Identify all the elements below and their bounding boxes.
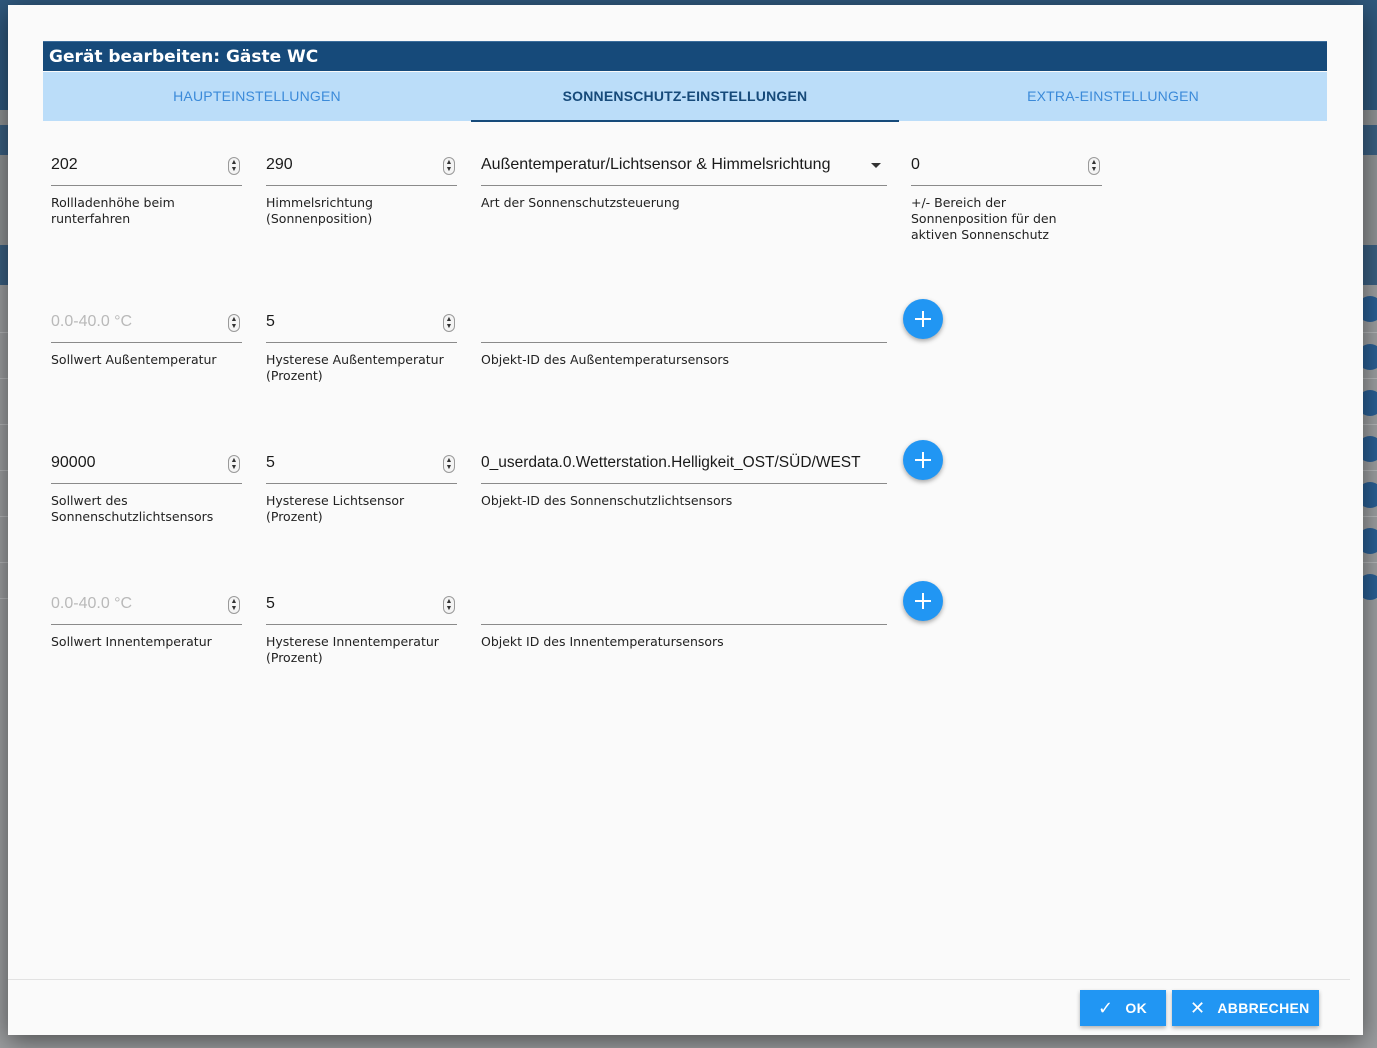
number-spinner-icon[interactable]: ▲ ▼ — [443, 157, 455, 175]
close-icon: ✕ — [1190, 997, 1206, 1019]
cancel-button-label: ABBRECHEN — [1217, 1000, 1310, 1016]
sun-direction-label: Himmelsrichtung (Sonnenposition) — [266, 195, 373, 226]
number-spinner-icon[interactable]: ▲ ▼ — [1088, 157, 1100, 175]
light-sensor-setpoint-value: 90000 — [51, 454, 96, 471]
sun-direction-input[interactable]: 290 ▲ ▼ — [266, 148, 457, 186]
outside-temp-setpoint-label: Sollwert Außentemperatur — [51, 352, 217, 367]
outside-temp-sensor-field: Objekt-ID des Außentemperatursensors — [481, 305, 887, 405]
inside-temp-hysteresis-field: 5 ▲ ▼ Hysterese Innentemperatur (Prozent) — [266, 587, 457, 687]
shutter-height-value: 202 — [51, 156, 78, 173]
number-spinner-icon[interactable]: ▲ ▼ — [228, 455, 240, 473]
outside-temp-hysteresis-value: 5 — [266, 313, 275, 330]
outside-temp-hysteresis-label: Hysterese Außentemperatur (Prozent) — [266, 352, 444, 383]
light-sensor-id-field: 0_userdata.0.Wetterstation.Helligkeit_OS… — [481, 446, 887, 546]
outside-temp-sensor-label: Objekt-ID des Außentemperatursensors — [481, 352, 730, 367]
control-type-select[interactable]: Außentemperatur/Lichtsensor & Himmelsric… — [481, 148, 887, 186]
outside-temp-sensor-input[interactable] — [481, 305, 887, 343]
inside-temp-setpoint-field: 0.0-40.0 °C ▲ ▼ Sollwert Innentemperatur — [51, 587, 242, 687]
dropdown-arrow-icon[interactable] — [871, 163, 881, 168]
outside-temp-setpoint-field: 0.0-40.0 °C ▲ ▼ Sollwert Außentemperatur — [51, 305, 242, 405]
control-type-value: Außentemperatur/Lichtsensor & Himmelsric… — [481, 156, 831, 173]
light-sensor-hysteresis-input[interactable]: 5 ▲ ▼ — [266, 446, 457, 484]
add-light-sensor-button[interactable] — [903, 440, 943, 480]
cancel-button[interactable]: ✕ ABBRECHEN — [1172, 990, 1319, 1026]
dialog-title: Gerät bearbeiten: Gäste WC — [43, 41, 1327, 71]
light-sensor-hysteresis-value: 5 — [266, 454, 275, 471]
inside-temp-sensor-field: Objekt ID des Innentemperatursensors — [481, 587, 887, 687]
sun-range-input[interactable]: 0 ▲ ▼ — [911, 148, 1102, 186]
light-sensor-hysteresis-label: Hysterese Lichtsensor (Prozent) — [266, 493, 405, 524]
light-sensor-id-value: 0_userdata.0.Wetterstation.Helligkeit_OS… — [481, 454, 861, 471]
light-sensor-id-input[interactable]: 0_userdata.0.Wetterstation.Helligkeit_OS… — [481, 446, 887, 484]
shutter-height-input[interactable]: 202 ▲ ▼ — [51, 148, 242, 186]
inside-temp-setpoint-placeholder: 0.0-40.0 °C — [51, 595, 133, 612]
edit-device-dialog: Gerät bearbeiten: Gäste WC HAUPTEINSTELL… — [8, 5, 1363, 1035]
light-sensor-setpoint-label: Sollwert des Sonnenschutzlichtsensors — [51, 493, 214, 524]
number-spinner-icon[interactable]: ▲ ▼ — [443, 455, 455, 473]
outside-temp-setpoint-input[interactable]: 0.0-40.0 °C ▲ ▼ — [51, 305, 242, 343]
number-spinner-icon[interactable]: ▲ ▼ — [228, 157, 240, 175]
light-sensor-setpoint-input[interactable]: 90000 ▲ ▼ — [51, 446, 242, 484]
light-sensor-setpoint-field: 90000 ▲ ▼ Sollwert des Sonnenschutzlichts… — [51, 446, 242, 546]
ok-button[interactable]: ✓ OK — [1080, 990, 1166, 1026]
sun-direction-value: 290 — [266, 156, 293, 173]
control-type-field: Außentemperatur/Lichtsensor & Himmelsric… — [481, 148, 887, 248]
footer-divider — [8, 979, 1350, 980]
light-sensor-id-label: Objekt-ID des Sonnenschutzlichtsensors — [481, 493, 733, 508]
control-type-label: Art der Sonnenschutzsteuerung — [481, 195, 680, 210]
inside-temp-hysteresis-input[interactable]: 5 ▲ ▼ — [266, 587, 457, 625]
sun-direction-field: 290 ▲ ▼ Himmelsrichtung (Sonnenposition) — [266, 148, 457, 248]
outside-temp-setpoint-placeholder: 0.0-40.0 °C — [51, 313, 133, 330]
inside-temp-setpoint-input[interactable]: 0.0-40.0 °C ▲ ▼ — [51, 587, 242, 625]
number-spinner-icon[interactable]: ▲ ▼ — [228, 314, 240, 332]
sun-range-value: 0 — [911, 156, 920, 173]
number-spinner-icon[interactable]: ▲ ▼ — [228, 596, 240, 614]
inside-temp-hysteresis-value: 5 — [266, 595, 275, 612]
inside-temp-sensor-label: Objekt ID des Innentemperatursensors — [481, 634, 724, 649]
shutter-height-label: Rollladenhöhe beim runterfahren — [51, 195, 175, 226]
sun-range-label: +/- Bereich der Sonnenposition für den a… — [911, 195, 1057, 242]
ok-button-label: OK — [1125, 1000, 1147, 1016]
check-icon: ✓ — [1098, 997, 1114, 1019]
outside-temp-hysteresis-input[interactable]: 5 ▲ ▼ — [266, 305, 457, 343]
number-spinner-icon[interactable]: ▲ ▼ — [443, 314, 455, 332]
outside-temp-hysteresis-field: 5 ▲ ▼ Hysterese Außentemperatur (Prozent) — [266, 305, 457, 405]
tab-extra-settings[interactable]: EXTRA-EINSTELLUNGEN — [899, 72, 1327, 121]
tab-main-settings[interactable]: HAUPTEINSTELLUNGEN — [43, 72, 471, 121]
add-inside-temp-sensor-button[interactable] — [903, 581, 943, 621]
number-spinner-icon[interactable]: ▲ ▼ — [443, 596, 455, 614]
light-sensor-hysteresis-field: 5 ▲ ▼ Hysterese Lichtsensor (Prozent) — [266, 446, 457, 546]
inside-temp-setpoint-label: Sollwert Innentemperatur — [51, 634, 212, 649]
tab-bar: HAUPTEINSTELLUNGEN SONNENSCHUTZ-EINSTELL… — [43, 72, 1327, 122]
shutter-height-field: 202 ▲ ▼ Rollladenhöhe beim runterfahren — [51, 148, 242, 248]
inside-temp-hysteresis-label: Hysterese Innentemperatur (Prozent) — [266, 634, 439, 665]
add-outside-temp-sensor-button[interactable] — [903, 299, 943, 339]
inside-temp-sensor-input[interactable] — [481, 587, 887, 625]
sun-range-field: 0 ▲ ▼ +/- Bereich der Sonnenposition für … — [911, 148, 1102, 258]
tab-sun-protection-settings[interactable]: SONNENSCHUTZ-EINSTELLUNGEN — [471, 72, 899, 122]
